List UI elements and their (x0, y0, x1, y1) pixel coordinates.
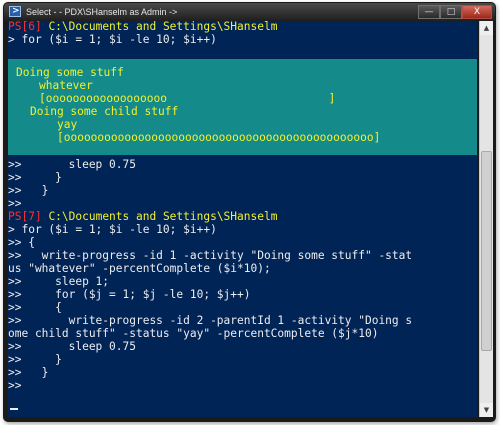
console-line: >> write-progress -id 1 -activity "Doing… (8, 249, 413, 262)
console-line: >> sleep 0.75 (8, 340, 136, 353)
console-line: >> } (8, 171, 62, 184)
window-controls: — □ X (418, 5, 492, 19)
progress-activity: Doing some stuff (16, 66, 124, 79)
console-line: >> } (8, 366, 49, 379)
console-line: >> write-progress -id 2 -parentId 1 -act… (8, 314, 413, 327)
console-line: ome child stuff" -status "yay" -percentC… (8, 327, 379, 340)
scrollbar-thumb[interactable] (481, 151, 492, 351)
scroll-down-arrow-icon[interactable]: ▼ (480, 403, 493, 417)
console-line: >> { (8, 301, 62, 314)
command-line-2: > for ($i = 1; $i -le 10; $i++) (8, 223, 217, 236)
console-output[interactable]: PS[6] C:\Documents and Settings\SHanselm… (8, 21, 477, 417)
console-line: >> (8, 379, 22, 392)
progress-bar: [oooooooooooooooooo ] (39, 92, 336, 105)
console-line: >> for ($j = 1; $j -le 10; $j++) (8, 288, 251, 301)
maximize-button[interactable]: □ (440, 5, 462, 19)
console-window: > Select - - PDX\SHanselm as Admin -> — … (3, 2, 496, 422)
prompt-path: C:\Documents and Settings\SHanselm (48, 210, 278, 223)
prompt-line-2: PS[7] C:\Documents and Settings\SHanselm (8, 211, 477, 223)
child-progress-bar: [ooooooooooooooooooooooooooooooooooooooo… (57, 131, 381, 144)
console-line: >> sleep 0.75 (8, 158, 136, 171)
scroll-up-arrow-icon[interactable]: ▲ (480, 21, 493, 35)
child-progress-activity: Doing some child stuff (30, 105, 179, 118)
progress-region: Doing some stuff whatever [ooooooooooooo… (8, 59, 477, 155)
console-line: >> sleep 1; (8, 275, 110, 288)
prompt-path: C:\Documents and Settings\SHanselm (48, 21, 278, 33)
minimize-button[interactable]: — (418, 5, 440, 19)
text-cursor (10, 408, 18, 410)
window-title: Select - - PDX\SHanselm as Admin -> (26, 7, 178, 17)
console-line: us "whatever" -percentComplete ($i*10); (8, 262, 271, 275)
console-line: >> } (8, 353, 62, 366)
console-line: >> } (8, 184, 49, 197)
prompt-number: PS[6] (8, 21, 42, 33)
progress-status: whatever (39, 79, 93, 92)
console-line: >> { (8, 236, 35, 249)
prompt-line-1: PS[6] C:\Documents and Settings\SHanselm (8, 21, 477, 33)
title-bar[interactable]: > Select - - PDX\SHanselm as Admin -> — … (4, 3, 495, 21)
console-line: >> (8, 197, 22, 210)
vertical-scrollbar[interactable]: ▲ ▼ (479, 21, 493, 417)
close-button[interactable]: X (462, 5, 492, 19)
child-progress-status: yay (57, 118, 78, 131)
prompt-number: PS[7] (8, 210, 42, 223)
command-line-1: > for ($i = 1; $i -le 10; $i++) (8, 33, 217, 46)
powershell-icon: > (9, 6, 21, 17)
